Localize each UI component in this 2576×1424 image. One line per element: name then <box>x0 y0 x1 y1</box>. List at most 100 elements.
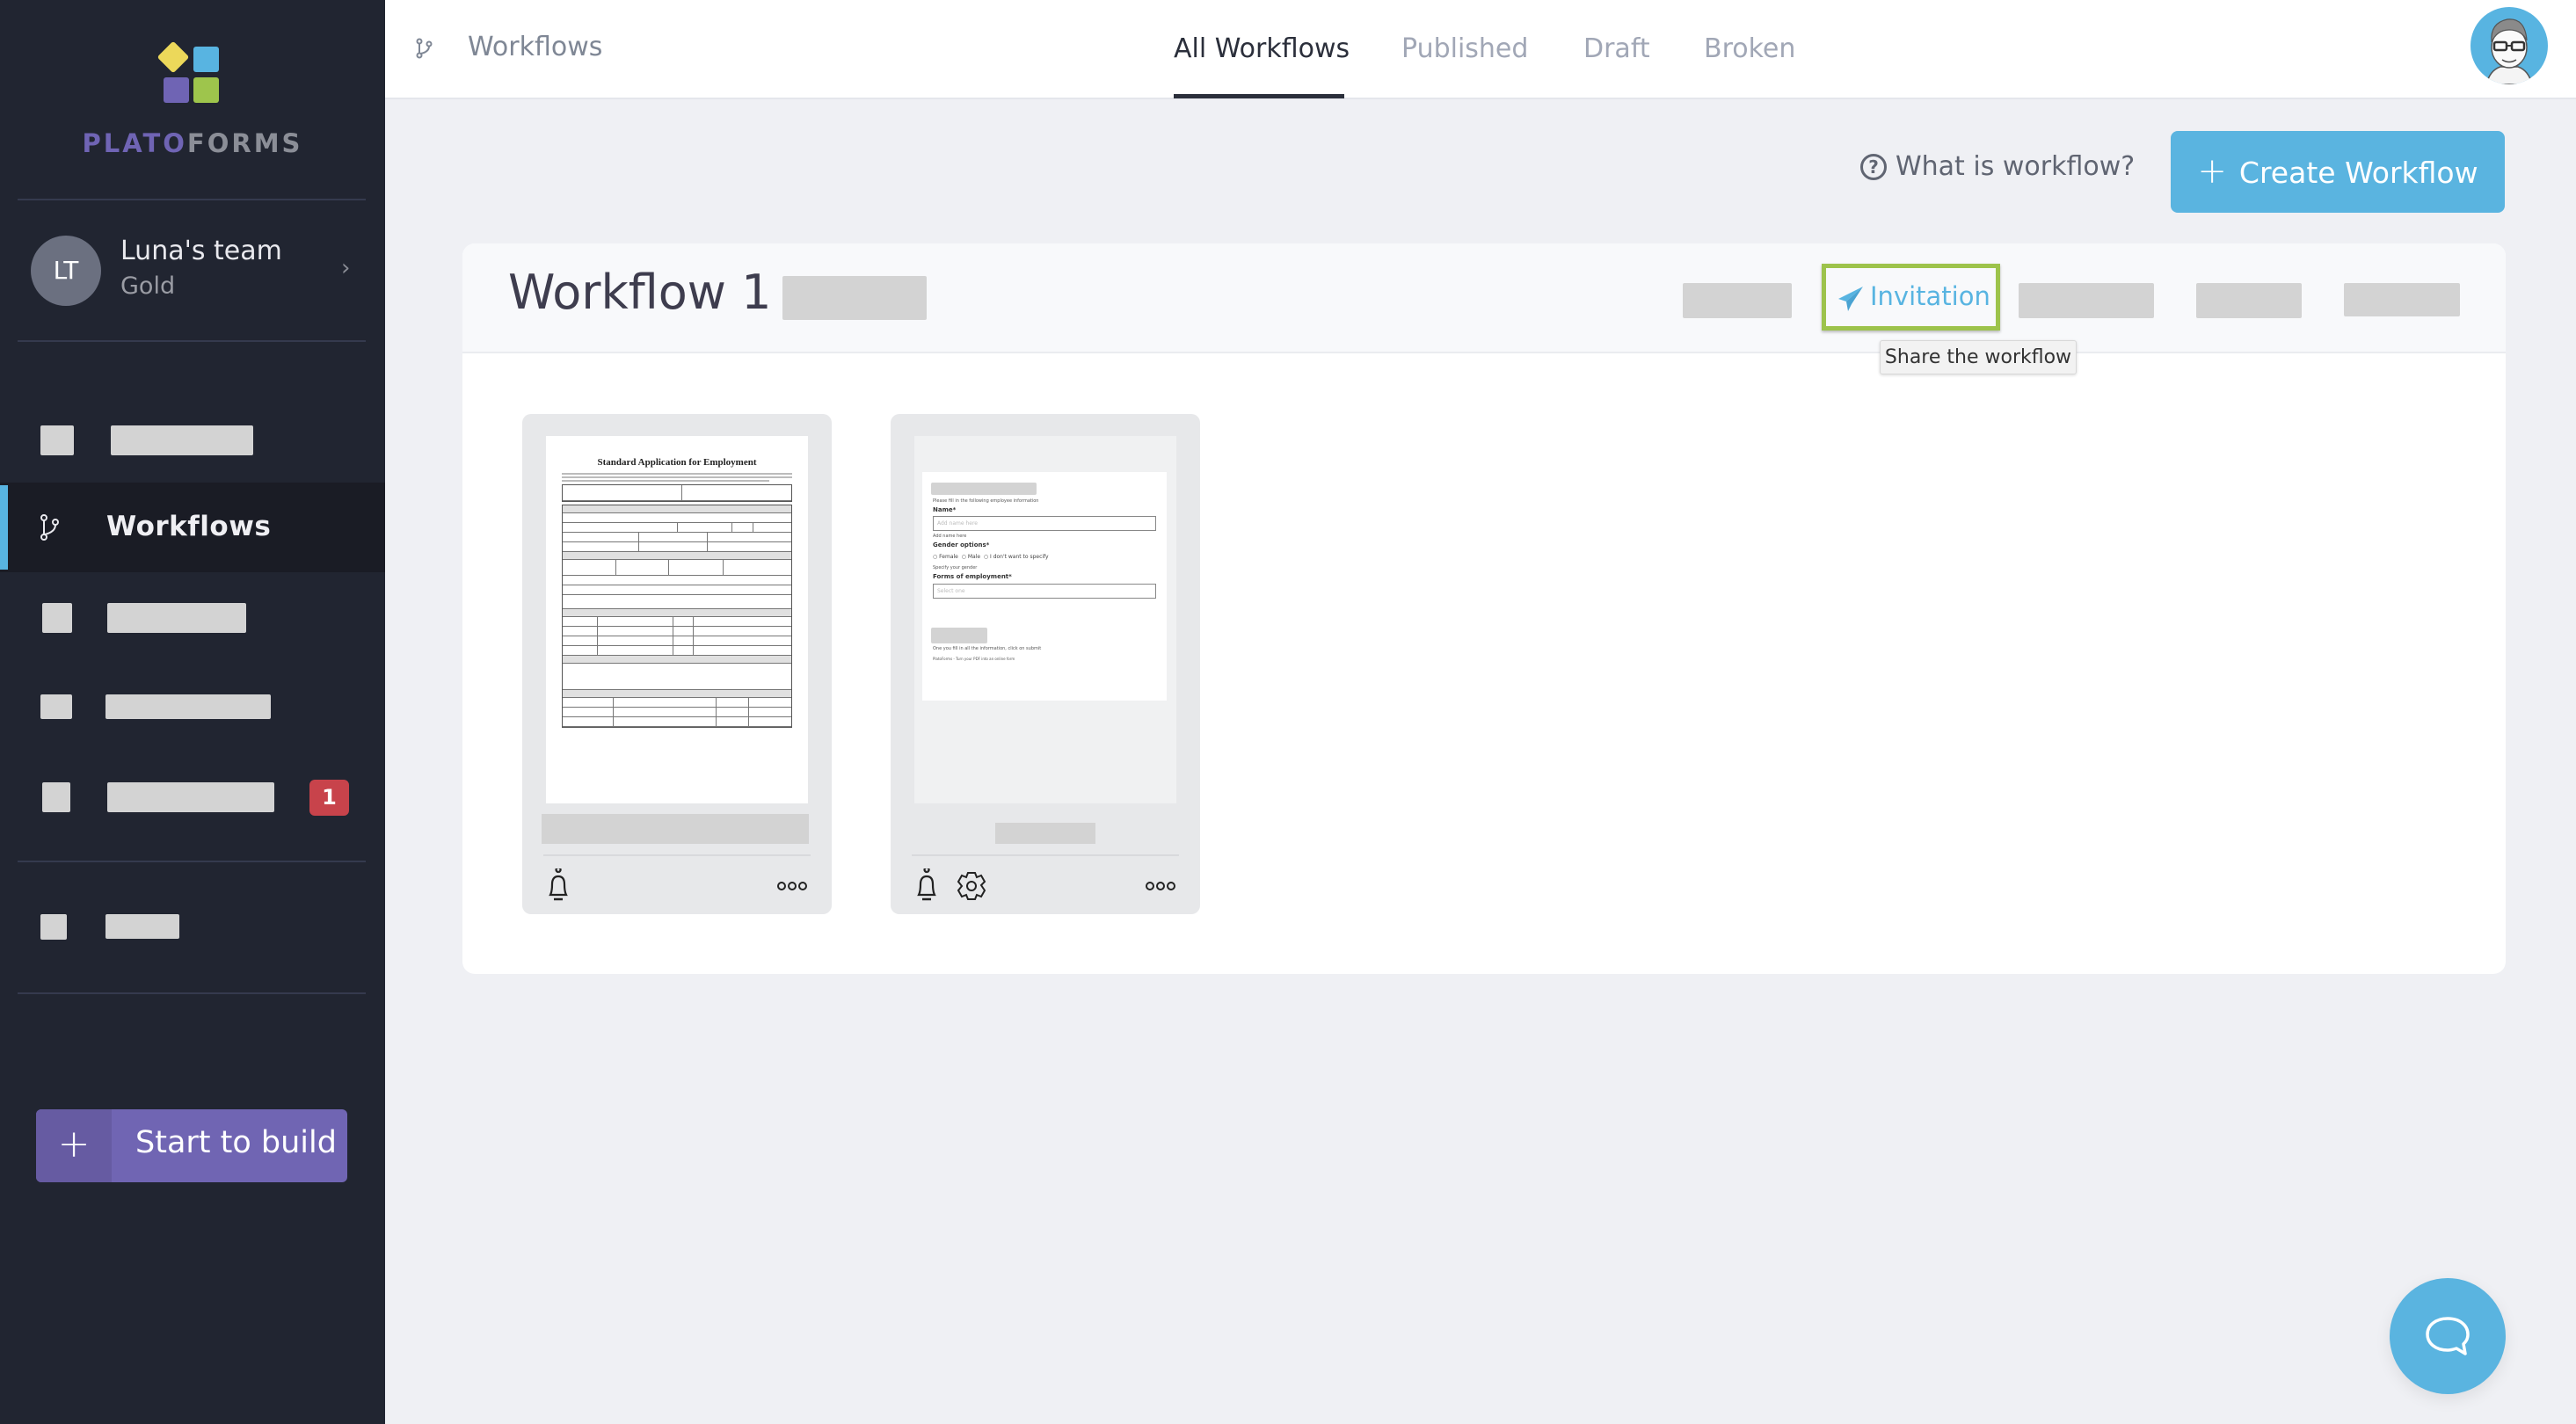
user-avatar[interactable] <box>2470 7 2548 84</box>
sidebar-divider <box>18 340 366 342</box>
redacted-label <box>111 425 253 455</box>
preview-name-help: Add name here <box>933 534 967 539</box>
preview-gender-options: ○ Female ○ Male ○ I don't want to specif… <box>933 554 1049 560</box>
gender-option: Male <box>967 554 981 560</box>
more-options-icon[interactable] <box>1146 880 1175 892</box>
redacted-toolbar-action[interactable] <box>1683 283 1792 318</box>
form-card[interactable]: Please fill in the following employee in… <box>891 414 1200 914</box>
tab-broken[interactable]: Broken <box>1704 33 1795 64</box>
logo-yellow-diamond <box>156 40 190 74</box>
logo-blue-square <box>193 47 219 72</box>
workflow-icon <box>416 38 433 59</box>
invitation-tooltip: Share the workflow <box>1880 340 2077 374</box>
help-link-label: What is workflow? <box>1896 151 2136 182</box>
more-options-icon[interactable] <box>777 880 807 892</box>
sidebar: PLATOFORMS LT Luna's team Gold › Workflo… <box>0 0 385 1424</box>
team-avatar: LT <box>31 236 101 306</box>
form-preview-thumbnail[interactable]: Standard Application for Employment <box>546 436 808 803</box>
paper-plane-icon <box>1838 287 1863 311</box>
breadcrumb: Workflows <box>468 32 603 62</box>
sidebar-divider <box>18 861 366 862</box>
redacted-label <box>106 694 271 719</box>
preview-employment-select: Select one <box>933 584 1156 599</box>
preview-gender-help: Specify your gender <box>933 565 978 570</box>
invitation-label: Invitation <box>1870 281 1990 311</box>
workflow-icon <box>40 514 59 541</box>
sidebar-item-3[interactable] <box>0 603 385 656</box>
gender-option: I don't want to specify <box>990 554 1049 560</box>
workflow-card-header: Workflow 1 Invitation <box>462 243 2506 353</box>
preview-intro: Please fill in the following employee in… <box>933 498 1039 504</box>
start-to-build-label: Start to build <box>135 1125 337 1160</box>
team-plan: Gold <box>120 272 176 300</box>
gear-icon[interactable] <box>954 868 989 904</box>
question-circle-icon: ? <box>1860 154 1887 180</box>
active-indicator <box>0 485 8 570</box>
sidebar-divider <box>18 992 366 994</box>
team-name: Luna's team <box>120 236 282 266</box>
sidebar-item-4[interactable] <box>0 694 385 747</box>
active-tab-indicator <box>1174 94 1344 98</box>
form-preview-thumbnail[interactable]: Please fill in the following employee in… <box>914 436 1176 803</box>
invitation-button[interactable]: Invitation <box>1822 264 2000 331</box>
redacted-icon <box>40 914 67 940</box>
form-card-divider <box>543 854 811 856</box>
redacted-toolbar-action[interactable] <box>2196 283 2302 318</box>
notification-badge: 1 <box>309 780 349 816</box>
tab-draft[interactable]: Draft <box>1583 33 1650 64</box>
support-chat-button[interactable] <box>2390 1278 2506 1394</box>
create-workflow-label: Create Workflow <box>2238 156 2478 190</box>
redacted-icon <box>40 425 74 455</box>
redacted-form-title <box>931 483 1037 495</box>
create-workflow-button[interactable]: + Create Workflow <box>2171 131 2505 213</box>
preview-employment-label: Forms of employment* <box>933 573 1012 580</box>
bell-icon[interactable] <box>543 868 573 904</box>
start-to-build-button[interactable]: + Start to build <box>36 1109 347 1182</box>
logo-purple-square <box>164 77 189 103</box>
preview-name-label: Name* <box>933 506 957 513</box>
preview-text-line <box>562 480 769 482</box>
redacted-label <box>107 782 274 812</box>
bell-icon[interactable] <box>912 868 942 904</box>
redacted-label <box>107 603 246 633</box>
redacted-icon <box>40 694 72 719</box>
redacted-submit-button <box>931 628 987 643</box>
redacted-toolbar-action[interactable] <box>2019 283 2154 318</box>
preview-name-input: Add name here <box>933 516 1156 531</box>
sidebar-item-6[interactable] <box>0 914 385 967</box>
plus-icon: + <box>36 1109 112 1182</box>
form-preview-title: Standard Application for Employment <box>597 457 757 468</box>
workflow-title: Workflow 1 <box>508 265 772 320</box>
preview-text-line <box>562 476 792 478</box>
preview-text-line <box>562 473 792 475</box>
redacted-form-name <box>542 814 809 844</box>
chevron-right-icon: › <box>341 255 351 281</box>
user-avatar-illustration-icon <box>2485 18 2533 84</box>
redacted-toolbar-action[interactable] <box>2344 283 2460 316</box>
redacted-icon <box>42 782 70 812</box>
brand-wordmark: PLATOFORMS <box>0 128 385 158</box>
form-preview-page: Please fill in the following employee in… <box>922 472 1167 701</box>
tab-published[interactable]: Published <box>1401 33 1528 64</box>
preview-gender-label: Gender options* <box>933 541 990 549</box>
preview-footer: PlatoForms - Turn your PDF into an onlin… <box>933 657 1015 661</box>
sidebar-item-workflows[interactable]: Workflows <box>0 483 385 572</box>
sidebar-item-label: Workflows <box>106 511 272 542</box>
preview-table <box>562 505 792 728</box>
plus-icon: + <box>2197 151 2227 192</box>
redacted-status <box>782 276 927 320</box>
platoforms-logo-icon[interactable] <box>156 40 220 104</box>
gender-option: Female <box>939 554 958 560</box>
form-card[interactable]: Standard Application for Employment <box>522 414 832 914</box>
redacted-label <box>106 914 179 939</box>
logo-green-square <box>193 77 219 103</box>
preview-submit-note: One you fill in all the information, cli… <box>933 646 1042 651</box>
preview-table <box>562 484 792 502</box>
redacted-icon <box>42 603 72 633</box>
form-card-divider <box>912 854 1179 856</box>
redacted-form-name <box>995 823 1095 844</box>
what-is-workflow-link[interactable]: ? What is workflow? <box>1860 151 2135 182</box>
chat-bubble-icon <box>2426 1317 2470 1355</box>
tab-all-workflows[interactable]: All Workflows <box>1174 33 1350 64</box>
sidebar-item-1[interactable] <box>0 425 385 478</box>
